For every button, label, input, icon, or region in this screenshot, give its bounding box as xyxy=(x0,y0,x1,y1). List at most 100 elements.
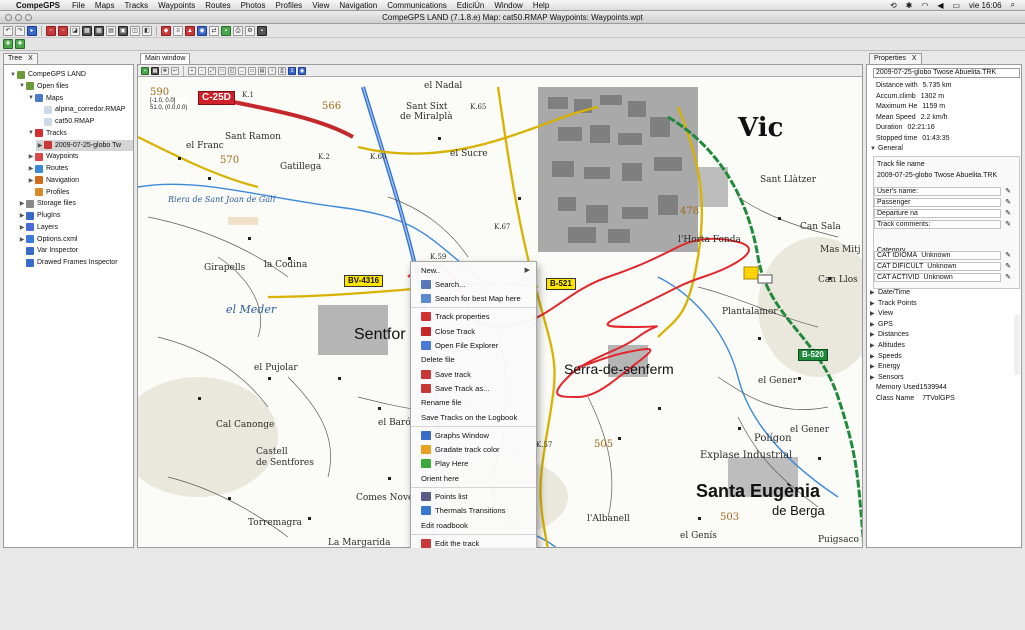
menu-navigation[interactable]: Navigation xyxy=(339,1,377,10)
plugin-tool-icon[interactable]: ✚ xyxy=(3,39,13,49)
property-group[interactable]: ▶ Track Points xyxy=(870,300,917,307)
property-group[interactable]: ▶ Sensors xyxy=(870,374,904,381)
edit-pencil-icon[interactable]: ✎ xyxy=(1003,251,1013,260)
context-menu-item[interactable]: Track properties xyxy=(411,310,536,324)
photo-icon[interactable]: ▪ xyxy=(257,25,267,36)
app-menu[interactable]: CompeGPS xyxy=(16,1,60,10)
device-icon[interactable]: ▪ xyxy=(221,25,231,36)
property-field-input[interactable]: User's name: xyxy=(874,186,1001,196)
expand-right-icon[interactable]: ▶ xyxy=(18,212,26,219)
tab-properties[interactable]: Properties X xyxy=(869,53,922,64)
edit-pencil-icon[interactable]: ✎ xyxy=(1003,262,1013,271)
property-field-input[interactable]: Passenger xyxy=(874,197,1001,207)
expand-down-icon[interactable]: ▼ xyxy=(18,83,26,89)
property-field-input[interactable]: Track comments: xyxy=(874,219,1001,229)
context-menu-item[interactable]: Points list xyxy=(411,490,536,504)
route-tool-icon[interactable]: ◉ xyxy=(197,25,207,36)
expand-right-icon[interactable]: ▶ xyxy=(870,310,876,317)
map-print-icon[interactable]: ⎙ xyxy=(278,66,286,75)
property-field[interactable]: User's name: ✎ xyxy=(874,186,1013,196)
category-field[interactable]: CAT ACTIVID Unknown ✎ xyxy=(874,272,1013,282)
tree-item[interactable]: Profiles xyxy=(27,187,133,198)
tree-item[interactable]: Drawed Frames Inspector xyxy=(18,257,133,268)
menu-view[interactable]: View xyxy=(312,1,329,10)
group-general[interactable]: ▼ General xyxy=(870,145,903,152)
property-group[interactable]: ▶ View xyxy=(870,310,893,317)
expand-right-icon[interactable]: ▶ xyxy=(18,224,26,231)
new-track-icon[interactable]: ~ xyxy=(46,25,56,36)
context-menu-item[interactable]: Close Track xyxy=(411,324,536,338)
minimize-window-button[interactable] xyxy=(15,14,22,21)
expand-right-icon[interactable]: ▶ xyxy=(36,142,44,149)
expand-down-icon[interactable]: ▼ xyxy=(27,130,35,136)
category-field-input[interactable]: CAT ACTIVID Unknown xyxy=(874,272,1001,282)
layer-toggle-icon[interactable]: ▤ xyxy=(258,66,266,75)
context-menu-item[interactable]: Gradate track color xyxy=(411,443,536,457)
context-menu-item[interactable]: Save Track as... xyxy=(411,381,536,395)
expand-right-icon[interactable]: ▶ xyxy=(870,353,876,360)
zoom-box-icon[interactable]: □ xyxy=(218,66,226,75)
context-menu-item[interactable]: Save track xyxy=(411,367,536,381)
property-group[interactable]: ▶ GPS xyxy=(870,321,893,328)
waypoint-tool-icon[interactable]: ▲ xyxy=(185,25,195,36)
property-field[interactable]: Departure na ✎ xyxy=(874,208,1013,218)
tree-item[interactable]: ▶ Navigation xyxy=(27,175,133,186)
tree-item[interactable]: ▼ Tracks xyxy=(27,128,133,139)
property-field[interactable]: Passenger ✎ xyxy=(874,197,1013,207)
expand-right-icon[interactable]: ▶ xyxy=(870,289,876,296)
undo-icon[interactable]: ↶ xyxy=(3,25,13,36)
menu-photos[interactable]: Photos xyxy=(241,1,266,10)
property-field-input[interactable]: Departure na xyxy=(874,208,1001,218)
track-name-box[interactable]: 2009-07-25-globo Twose Abuelita.TRK xyxy=(873,68,1020,78)
expand-right-icon[interactable]: ▶ xyxy=(18,200,26,207)
zoom-track-icon[interactable]: ◱ xyxy=(228,66,236,75)
expand-down-icon[interactable]: ▼ xyxy=(9,72,17,78)
expand-right-icon[interactable]: ▶ xyxy=(27,153,35,160)
context-menu-item[interactable]: Delete file xyxy=(411,353,536,367)
menu-file[interactable]: File xyxy=(72,1,85,10)
new-route-icon[interactable]: ~ xyxy=(58,25,68,36)
expand-right-icon[interactable]: ▶ xyxy=(27,177,35,184)
menu-tracks[interactable]: Tracks xyxy=(124,1,148,10)
expand-right-icon[interactable]: ▶ xyxy=(870,300,876,307)
clock[interactable]: vie 16:06 xyxy=(969,1,1001,10)
edit-pencil-icon[interactable]: ✎ xyxy=(1003,198,1013,207)
map-select-icon[interactable]: ▪ xyxy=(141,66,149,75)
battery-icon[interactable]: ▭ xyxy=(952,1,960,10)
map-grid-icon[interactable]: ▦ xyxy=(151,66,159,75)
tree-item[interactable]: ▶ Options.cxml xyxy=(18,234,133,245)
edit-pencil-icon[interactable]: ✎ xyxy=(1003,209,1013,218)
expand-right-icon[interactable]: ▶ xyxy=(27,165,35,172)
settings-icon[interactable]: ⚙ xyxy=(245,25,255,36)
menu-communications[interactable]: Communications xyxy=(387,1,447,10)
edit-pencil-icon[interactable]: ✎ xyxy=(1003,187,1013,196)
category-field-input[interactable]: CAT DIFICULT Unknown xyxy=(874,261,1001,271)
measure-icon[interactable]: ↔ xyxy=(238,66,246,75)
property-group[interactable]: ▶ Distances xyxy=(870,331,909,338)
context-menu-item[interactable]: Orient here xyxy=(411,471,536,485)
tab-main-window[interactable]: Main window xyxy=(140,53,191,64)
track-tool-icon[interactable]: ◪ xyxy=(70,25,80,36)
expand-down-icon[interactable]: ▼ xyxy=(27,95,35,101)
menu-waypoints[interactable]: Waypoints xyxy=(158,1,195,10)
time-machine-icon[interactable]: ⟲ xyxy=(890,1,897,10)
track-marker[interactable] xyxy=(743,266,759,280)
sync-icon[interactable]: ⇄ xyxy=(209,25,219,36)
property-group[interactable]: ▶ Date/Time xyxy=(870,289,910,296)
expand-right-icon[interactable]: ▶ xyxy=(18,236,26,243)
tree-item[interactable]: ▶ Layers xyxy=(18,222,133,233)
tree-item[interactable]: ▶ Waypoints xyxy=(27,151,133,162)
property-group[interactable]: ▶ Speeds xyxy=(870,353,902,360)
tree-item[interactable]: ▼ CompeGPS LAND xyxy=(9,69,133,80)
context-menu-item[interactable]: Thermals Transitions xyxy=(411,504,536,518)
map-3d-icon[interactable]: 3 xyxy=(288,66,296,75)
context-menu-item[interactable]: Graphs Window xyxy=(411,428,536,442)
tree-item[interactable]: cat50.RMAP xyxy=(36,116,133,127)
property-group[interactable]: ▶ Energy xyxy=(870,363,900,370)
bluetooth-icon[interactable]: ✱ xyxy=(906,1,913,10)
zoom-out-icon[interactable]: − xyxy=(198,66,206,75)
print-icon[interactable]: ⎙ xyxy=(233,25,243,36)
spotlight-icon[interactable]: ⌕ xyxy=(1011,0,1015,10)
property-field[interactable]: Track comments: ✎ xyxy=(874,219,1013,229)
track-list-icon[interactable]: ≡ xyxy=(173,25,183,36)
